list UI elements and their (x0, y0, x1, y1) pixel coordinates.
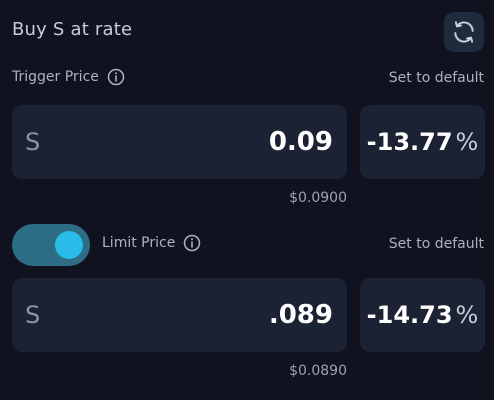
swap-rate-button[interactable] (444, 12, 484, 52)
limit-price-label: Limit Price (102, 235, 176, 251)
page-title: Buy S at rate (12, 19, 133, 40)
trigger-price-label: Trigger Price (12, 69, 99, 85)
token-symbol: S (25, 128, 41, 156)
info-icon[interactable] (107, 68, 125, 86)
limit-percent-input[interactable]: -14.73 % (360, 278, 485, 352)
limit-price-row: Limit Price (102, 234, 201, 252)
limit-percent-value: -14.73 (366, 301, 453, 329)
limit-usd-value: $0.0890 (289, 363, 347, 379)
limit-set-default-link[interactable]: Set to default (389, 236, 484, 252)
refresh-icon (454, 21, 474, 43)
trigger-price-value: 0.09 (268, 127, 333, 157)
toggle-knob (55, 231, 83, 259)
trigger-price-input[interactable]: S 0.09 (12, 105, 347, 179)
trigger-usd-value: $0.0900 (289, 190, 347, 206)
trigger-set-default-link[interactable]: Set to default (389, 70, 484, 86)
trigger-percent-input[interactable]: -13.77 % (360, 105, 485, 179)
info-icon[interactable] (183, 234, 201, 252)
trigger-percent-value: -13.77 (366, 128, 453, 156)
percent-sign: % (455, 301, 479, 329)
token-symbol: S (25, 301, 41, 329)
limit-price-input[interactable]: S .089 (12, 278, 347, 352)
percent-sign: % (455, 128, 479, 156)
limit-price-value: .089 (268, 300, 333, 330)
rate-order-panel: Buy S at rate Trigger Price Set to defau… (0, 0, 494, 400)
trigger-price-row: Trigger Price (12, 68, 125, 86)
limit-price-toggle[interactable] (12, 224, 90, 266)
